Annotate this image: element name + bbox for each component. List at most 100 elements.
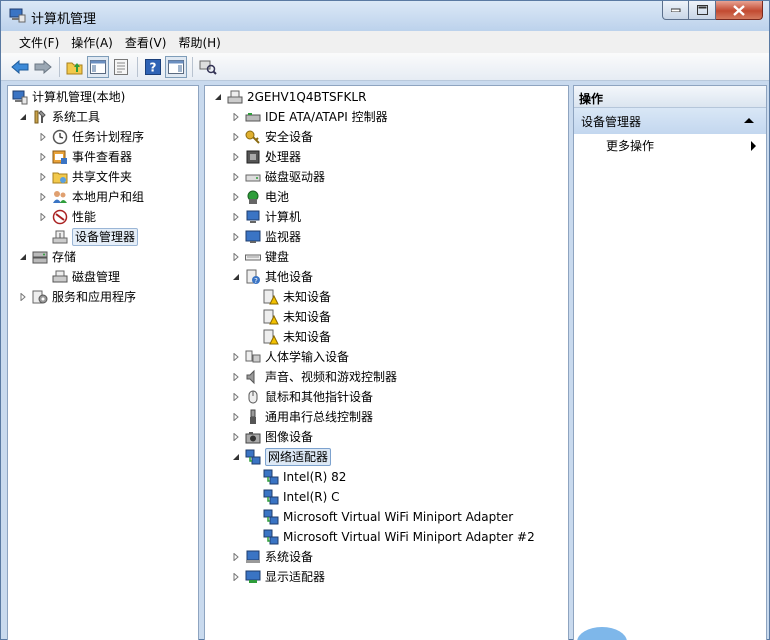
- tree-node-imaging[interactable]: 图像设备: [231, 427, 313, 447]
- tree-node-system-devices[interactable]: 系统设备: [231, 547, 313, 567]
- tree-node-network-device[interactable]: Microsoft Virtual WiFi Miniport Adapter: [263, 507, 513, 527]
- tree-node-disk-drives[interactable]: 磁盘驱动器: [231, 167, 325, 187]
- expand-arrow-icon[interactable]: [231, 212, 241, 222]
- expand-arrow-icon[interactable]: [231, 412, 241, 422]
- tree-node-event-viewer[interactable]: 事件查看器: [38, 147, 132, 167]
- expand-arrow-icon[interactable]: [38, 132, 48, 142]
- title-bar[interactable]: 计算机管理: [1, 1, 769, 31]
- tree-node-keyboards[interactable]: 键盘: [231, 247, 289, 267]
- tree-node-ide-controllers[interactable]: IDE ATA/ATAPI 控制器: [231, 107, 388, 127]
- warning-device-icon: [263, 329, 279, 345]
- keyboard-icon: [245, 249, 261, 265]
- tree-node-hid[interactable]: 人体学输入设备: [231, 347, 349, 367]
- network-adapter-icon: [263, 489, 279, 505]
- tree-node-services-applications[interactable]: 服务和应用程序: [18, 287, 136, 307]
- back-button[interactable]: [9, 56, 31, 78]
- minimize-icon: [670, 8, 680, 12]
- menu-action[interactable]: 操作(A): [65, 34, 119, 51]
- properties-icon: [114, 58, 128, 75]
- expand-arrow-icon[interactable]: [18, 292, 28, 302]
- expand-arrow-icon[interactable]: [231, 432, 241, 442]
- tree-node-batteries[interactable]: 电池: [231, 187, 289, 207]
- scan-hardware-button[interactable]: [197, 56, 219, 78]
- tree-node-computer-root[interactable]: 2GEHV1Q4BTSFKLR: [213, 87, 366, 107]
- show-hide-console-tree-button[interactable]: [87, 55, 109, 78]
- collapse-arrow-icon[interactable]: [18, 252, 28, 262]
- menu-view[interactable]: 查看(V): [119, 34, 173, 51]
- expand-arrow-icon[interactable]: [231, 352, 241, 362]
- expand-arrow-icon[interactable]: [38, 212, 48, 222]
- expand-arrow-icon[interactable]: [38, 172, 48, 182]
- tree-node-device-manager[interactable]: 设备管理器: [52, 227, 139, 247]
- maximize-button[interactable]: [689, 1, 716, 20]
- tree-node-network-device[interactable]: Intel(R) C: [263, 487, 339, 507]
- tree-node-storage[interactable]: 存储: [18, 247, 76, 267]
- tree-node-computer-management[interactable]: 计算机管理(本地): [12, 87, 125, 107]
- console-tree-pane[interactable]: 计算机管理(本地) 系统工具 任务计划程序 事件查看器 共享文件夹 本地用户和组…: [7, 85, 199, 640]
- tree-label: 电池: [265, 190, 290, 204]
- window-title: 计算机管理: [31, 12, 97, 27]
- tree-node-system-tools[interactable]: 系统工具: [18, 107, 100, 127]
- menu-help[interactable]: 帮助(H): [172, 34, 226, 51]
- tree-label: 服务和应用程序: [52, 290, 137, 304]
- up-folder-icon: [66, 62, 83, 74]
- tree-node-monitors[interactable]: 监视器: [231, 227, 301, 247]
- expand-arrow-icon[interactable]: [231, 572, 241, 582]
- collapse-arrow-icon[interactable]: [231, 272, 241, 282]
- tree-node-network-device[interactable]: Microsoft Virtual WiFi Miniport Adapter …: [263, 527, 535, 547]
- warning-device-icon: [263, 289, 279, 305]
- tree-node-performance[interactable]: 性能: [38, 207, 96, 227]
- expand-arrow-icon[interactable]: [231, 552, 241, 562]
- network-adapter-icon: [263, 509, 279, 525]
- expand-arrow-icon[interactable]: [231, 132, 241, 142]
- expand-arrow-icon[interactable]: [231, 172, 241, 182]
- properties-button[interactable]: [110, 56, 132, 78]
- expand-arrow-icon[interactable]: [231, 152, 241, 162]
- tree-node-network-device[interactable]: Intel(R) 82: [263, 467, 346, 487]
- up-one-level-button[interactable]: [64, 56, 86, 78]
- expand-arrow-icon[interactable]: [231, 112, 241, 122]
- collapse-arrow-icon[interactable]: [213, 92, 223, 102]
- network-adapter-icon: [245, 449, 261, 465]
- expand-arrow-icon[interactable]: [231, 372, 241, 382]
- forward-button[interactable]: [32, 56, 54, 78]
- collapse-arrow-icon[interactable]: [18, 112, 28, 122]
- expand-arrow-icon[interactable]: [231, 192, 241, 202]
- tree-node-sound[interactable]: 声音、视频和游戏控制器: [231, 367, 397, 387]
- tree-label: 图像设备: [265, 430, 314, 444]
- more-actions-item[interactable]: 更多操作: [574, 134, 766, 156]
- monitor-icon: [245, 229, 261, 245]
- tree-node-display-adapters[interactable]: 显示适配器: [231, 567, 325, 587]
- expand-arrow-icon[interactable]: [38, 192, 48, 202]
- expand-arrow-icon[interactable]: [231, 252, 241, 262]
- collapse-arrow-icon[interactable]: [231, 452, 241, 462]
- computer-icon: [227, 89, 243, 105]
- tree-node-other-devices[interactable]: ? 其他设备: [231, 267, 313, 287]
- tree-node-security-devices[interactable]: 安全设备: [231, 127, 313, 147]
- tree-node-local-users[interactable]: 本地用户和组: [38, 187, 144, 207]
- tree-label: Microsoft Virtual WiFi Miniport Adapter: [283, 510, 514, 524]
- close-button[interactable]: [716, 1, 763, 20]
- tree-node-disk-management[interactable]: 磁盘管理: [52, 267, 120, 287]
- tree-node-network-adapters[interactable]: 网络适配器: [231, 447, 332, 467]
- show-hide-action-pane-button[interactable]: [165, 55, 187, 78]
- tree-node-mice[interactable]: 鼠标和其他指针设备: [231, 387, 373, 407]
- tree-node-task-scheduler[interactable]: 任务计划程序: [38, 127, 144, 147]
- tree-node-unknown-device[interactable]: 未知设备: [263, 327, 331, 347]
- actions-section-device-manager[interactable]: 设备管理器: [574, 108, 766, 134]
- tree-node-unknown-device[interactable]: 未知设备: [263, 307, 331, 327]
- device-tree-pane[interactable]: 2GEHV1Q4BTSFKLR IDE ATA/ATAPI 控制器 安全设备 处…: [204, 85, 569, 640]
- menu-file[interactable]: 文件(F): [13, 34, 65, 51]
- help-button[interactable]: ?: [142, 56, 164, 78]
- expand-arrow-icon[interactable]: [38, 152, 48, 162]
- tree-node-computer[interactable]: 计算机: [231, 207, 301, 227]
- speaker-icon: [245, 369, 261, 385]
- tree-node-unknown-device[interactable]: 未知设备: [263, 287, 331, 307]
- tree-node-processors[interactable]: 处理器: [231, 147, 301, 167]
- collapse-up-icon[interactable]: [744, 118, 754, 123]
- expand-arrow-icon[interactable]: [231, 392, 241, 402]
- tree-node-usb[interactable]: 通用串行总线控制器: [231, 407, 373, 427]
- minimize-button[interactable]: [662, 1, 689, 20]
- tree-node-shared-folders[interactable]: 共享文件夹: [38, 167, 132, 187]
- expand-arrow-icon[interactable]: [231, 232, 241, 242]
